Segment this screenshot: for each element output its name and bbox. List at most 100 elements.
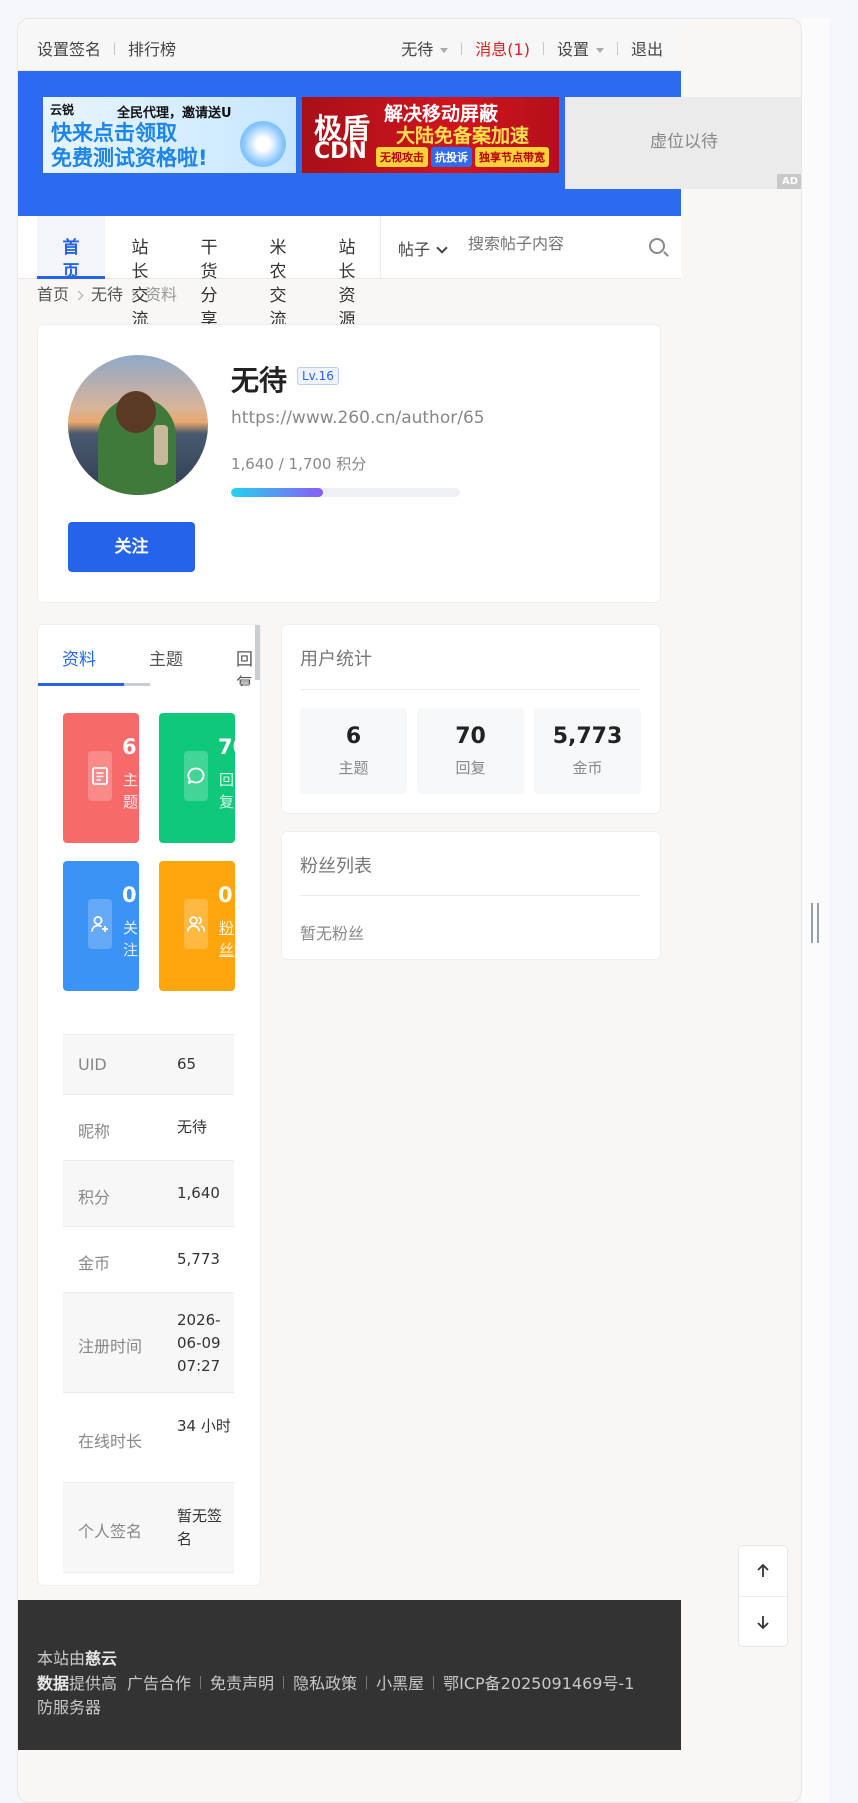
- divider: [542, 41, 544, 55]
- tile-following[interactable]: 0 关注: [63, 861, 139, 991]
- chevron-right-icon: [127, 290, 138, 301]
- info-row-points: 积分 1,640: [63, 1161, 234, 1227]
- follow-button[interactable]: 关注: [68, 522, 195, 572]
- divider: [200, 1675, 202, 1689]
- footer-link-blackroom[interactable]: 小黑屋: [376, 1670, 424, 1694]
- footer-link-ads[interactable]: 广告合作: [127, 1670, 191, 1694]
- ad-yunrui[interactable]: 云锐 全民代理，邀请送U 快来点击领取 免费测试资格啦!: [43, 97, 296, 173]
- info-value: 5,773: [177, 1250, 220, 1268]
- ad-pill: 抗投诉: [431, 147, 472, 167]
- search-input[interactable]: [468, 236, 638, 254]
- footer-line3: 防服务器: [37, 1698, 102, 1717]
- ad-title2: 大陆免备案加速: [396, 125, 530, 147]
- breadcrumb-home[interactable]: 首页: [37, 285, 69, 304]
- profile-name: 无待: [231, 364, 288, 397]
- footer-link-icp[interactable]: 鄂ICP备2025091469号-1: [443, 1670, 634, 1694]
- logout-link[interactable]: 退出: [631, 36, 663, 60]
- footer-link-privacy[interactable]: 隐私政策: [293, 1670, 357, 1694]
- leaderboard-link[interactable]: 排行榜: [128, 36, 176, 60]
- stat-replies: 70 回复: [417, 708, 524, 794]
- chevron-right-icon: [73, 290, 84, 301]
- footer: 本站由慈云 数据 提供高 广告合作 免责声明 隐私政策 小黑屋 鄂ICP备2025…: [18, 1600, 681, 1750]
- info-key: 昵称: [78, 1122, 111, 1141]
- info-row-nickname: 昵称 无待: [63, 1095, 234, 1161]
- search-scope-select[interactable]: 帖子: [398, 236, 448, 260]
- fans-empty-text: 暂无粉丝: [300, 924, 365, 943]
- stat-value: 6: [345, 724, 362, 749]
- ad-line2: 免费测试资格啦!: [51, 146, 208, 170]
- info-row-registered: 注册时间 2026-06-09 07:27: [63, 1293, 234, 1393]
- tab-topics[interactable]: 主题: [149, 645, 183, 670]
- search-icon[interactable]: [649, 238, 665, 254]
- breadcrumb-user[interactable]: 无待: [91, 285, 123, 304]
- nav-item-domain-chat[interactable]: 米农交流: [267, 236, 289, 332]
- footer-cloud[interactable]: 慈云: [85, 1649, 117, 1668]
- settings-menu-label: 设置: [556, 40, 589, 59]
- stat-label: 金币: [572, 759, 603, 777]
- tab-indicator-track: [38, 683, 150, 686]
- caret-down-icon: [595, 48, 604, 53]
- tile-replies[interactable]: 70 回复: [159, 713, 235, 843]
- main-nav: 首页 站长交流 干货分享 米农交流 站长资源 帖子: [18, 216, 681, 330]
- tabs-scrollbar[interactable]: [255, 625, 260, 680]
- user-stats-card: 用户统计 6 主题 70 回复 5,773 金币: [281, 624, 661, 814]
- info-key: 金币: [78, 1254, 111, 1273]
- user-menu[interactable]: 无待: [401, 36, 449, 60]
- tile-count: 0: [122, 883, 137, 907]
- nav-item-resources[interactable]: 站长资源: [336, 236, 358, 332]
- nav-item-home[interactable]: 首页: [60, 236, 82, 284]
- fans-list-card: 粉丝列表 暂无粉丝: [281, 831, 661, 960]
- footer-powered: 本站由慈云: [37, 1645, 117, 1669]
- ad-jidun-cdn[interactable]: 极盾 CDN 解决移动屏蔽 大陆免备案加速 无视攻击 抗投诉 独享节点带宽: [302, 97, 559, 173]
- ad-pill: 无视攻击: [376, 147, 428, 167]
- stat-label: 回复: [455, 759, 486, 777]
- info-value: 1,640: [177, 1184, 220, 1202]
- tile-label: 回复: [219, 771, 235, 811]
- divider: [616, 41, 618, 55]
- ad-slot-vacant[interactable]: 虚位以待 AD: [565, 97, 801, 189]
- tile-count: 0: [218, 883, 233, 907]
- stat-label: 主题: [338, 759, 369, 777]
- top-bar: 设置签名 排行榜 无待 消息(1) 设置 退出: [18, 19, 681, 71]
- tile-label: 粉丝: [219, 919, 235, 959]
- info-key: 在线时长: [78, 1432, 143, 1451]
- users-icon: [186, 916, 206, 932]
- settings-menu[interactable]: 设置: [557, 36, 604, 60]
- set-signature-link[interactable]: 设置签名: [37, 36, 101, 60]
- tile-count: 70: [218, 735, 235, 759]
- info-key: 注册时间: [78, 1337, 143, 1356]
- ad-graphic: [240, 121, 286, 167]
- profile-url[interactable]: https://www.260.cn/author/65: [231, 408, 485, 428]
- scroll-top-button[interactable]: [739, 1546, 787, 1596]
- footer-powered-prefix: 本站由: [37, 1649, 86, 1668]
- points-progress-bar: [231, 488, 460, 497]
- breadcrumb: 首页 无待 资料: [37, 281, 177, 305]
- page-frame: 设置签名 排行榜 无待 消息(1) 设置 退出 云锐 全民代理，邀请送U 快来点…: [17, 18, 802, 1803]
- scroll-bottom-button[interactable]: [739, 1597, 787, 1647]
- profile-tabs: 资料 主题 回复: [38, 625, 260, 686]
- info-row-uid: UID 65: [63, 1034, 234, 1095]
- info-key: 积分: [78, 1188, 111, 1207]
- points-progress-fill: [231, 488, 323, 497]
- tab-info[interactable]: 资料: [62, 645, 96, 670]
- search-scope-label: 帖子: [398, 240, 431, 259]
- tile-label: 主题: [123, 771, 139, 811]
- points-text: 1,640 / 1,700 积分: [231, 455, 367, 473]
- tile-fans[interactable]: 0 粉丝: [159, 861, 235, 991]
- resize-handle[interactable]: [811, 903, 819, 943]
- divider: [114, 41, 116, 55]
- avatar-bag: [154, 425, 168, 465]
- footer-link-disclaimer[interactable]: 免责声明: [210, 1670, 274, 1694]
- tile-count: 6: [122, 735, 137, 759]
- footer-data: 数据: [37, 1674, 70, 1693]
- ad-slot-text: 虚位以待: [650, 132, 718, 152]
- stat-value: 70: [455, 724, 486, 749]
- tile-topics[interactable]: 6 主题: [63, 713, 139, 843]
- info-row-coins: 金币 5,773: [63, 1227, 234, 1293]
- section-title: 粉丝列表: [300, 856, 372, 877]
- level-badge: Lv.16: [297, 367, 339, 385]
- messages-link[interactable]: 消息(1): [475, 36, 530, 60]
- nav-item-tips[interactable]: 干货分享: [198, 236, 220, 332]
- divider: [283, 1675, 285, 1689]
- section-title: 用户统计: [300, 649, 372, 670]
